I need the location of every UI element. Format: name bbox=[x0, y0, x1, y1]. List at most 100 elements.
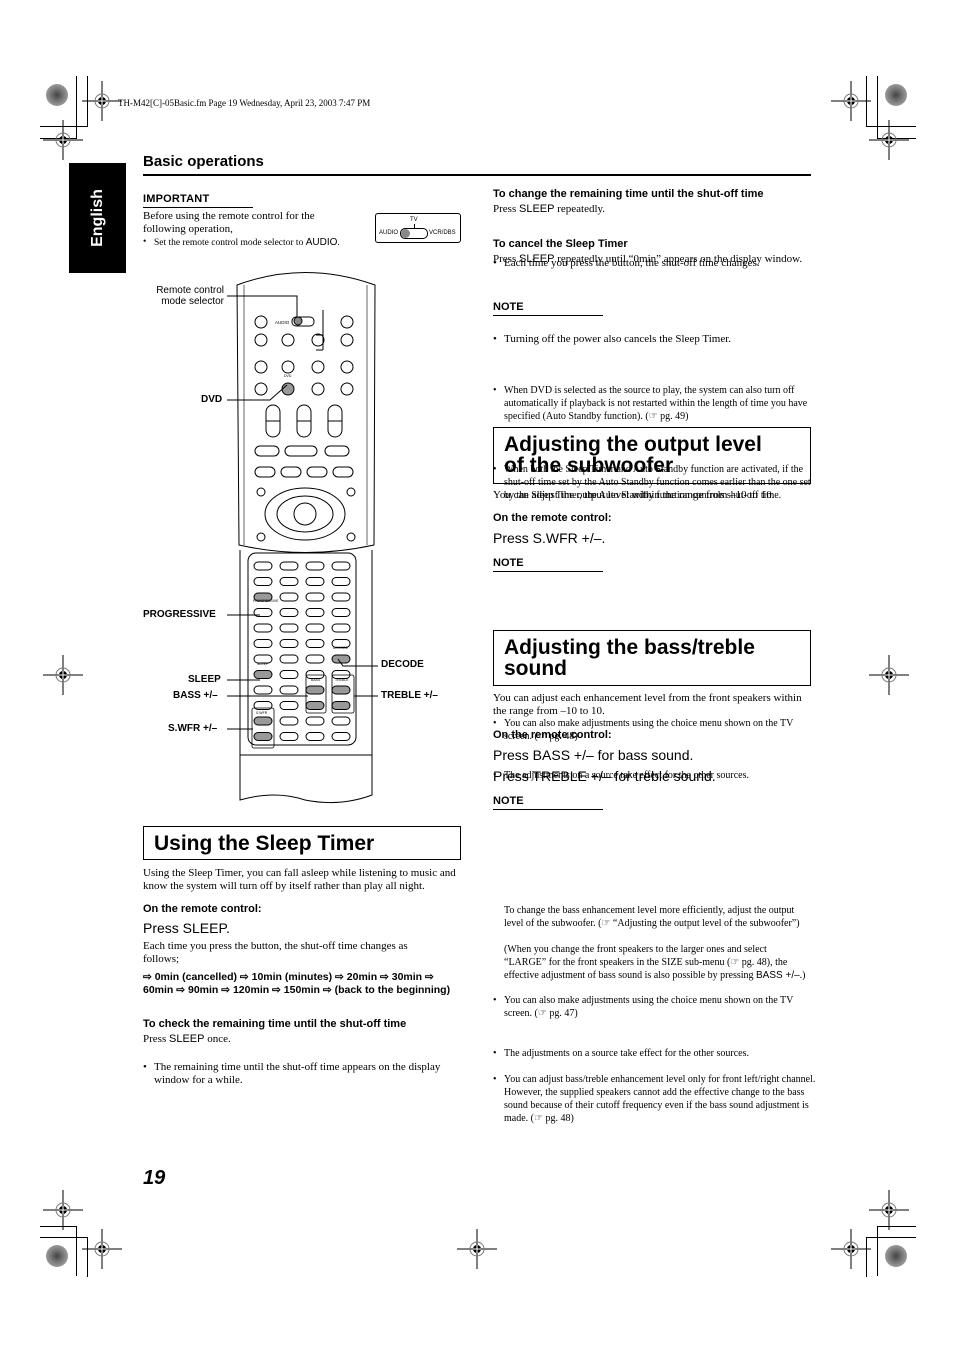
bass-treble-note-1: You can also make adjustments using the … bbox=[493, 994, 820, 1020]
remote-oval-button bbox=[253, 670, 273, 679]
bass-treble-on-remote: On the remote control: bbox=[493, 729, 612, 741]
important-bullet: Set the remote control mode selector to … bbox=[143, 236, 394, 250]
remote-oval-button bbox=[331, 608, 351, 617]
remote-round-button bbox=[311, 360, 325, 374]
remote-oval-button bbox=[253, 561, 273, 571]
remote-round-button bbox=[281, 360, 295, 374]
remote-oval-button bbox=[279, 608, 299, 617]
note-rule bbox=[493, 315, 603, 316]
registration-target bbox=[868, 1189, 910, 1231]
remote-oval-button bbox=[279, 592, 299, 602]
registration-target bbox=[81, 80, 123, 122]
remote-oval-button bbox=[305, 608, 325, 617]
note-title: NOTE bbox=[493, 301, 524, 313]
callout-dvd: DVD bbox=[201, 394, 223, 405]
remote-round-button bbox=[311, 333, 325, 347]
note-title: NOTE bbox=[493, 557, 524, 569]
remote-oval-button bbox=[331, 701, 351, 710]
bass-treble-note-2: The adjustments on a source take effect … bbox=[493, 1047, 820, 1060]
remote-round-button bbox=[340, 382, 354, 396]
remote-oval-button bbox=[253, 732, 273, 741]
remote-oval-button bbox=[305, 592, 325, 602]
callout-mode-selector-line2: mode selector bbox=[161, 296, 224, 307]
sleep-note-1: When DVD is selected as the source to pl… bbox=[493, 384, 820, 423]
remote-oval-button bbox=[305, 685, 325, 695]
language-tab: English bbox=[69, 163, 126, 273]
mode-vcr-label: VCR/DBS bbox=[429, 230, 456, 236]
bass-treble-note-3-cont2: (When you change the front speakers to t… bbox=[504, 944, 806, 981]
mode-slider bbox=[400, 228, 428, 239]
mode-knob bbox=[401, 229, 410, 238]
remote-oval-button bbox=[331, 716, 351, 726]
callout-bass: BASS +/– bbox=[173, 690, 218, 701]
remote-oval-button bbox=[305, 732, 325, 741]
remote-round-button bbox=[254, 360, 268, 374]
mode-audio-label: AUDIO bbox=[379, 230, 399, 236]
sleep-sequence: ⇨ 0min (cancelled) ⇨ 10min (minutes) ⇨ 2… bbox=[143, 971, 451, 996]
bass-treble-heading-line1: Adjusting the bass/treble bbox=[504, 636, 755, 659]
remote-sleep-label: SLEEP bbox=[257, 662, 269, 666]
important-rule bbox=[143, 207, 253, 208]
remote-oval-button bbox=[253, 685, 273, 695]
remote-round-button bbox=[254, 382, 268, 396]
registration-target bbox=[830, 1228, 872, 1270]
sleep-timer-heading: Using the Sleep Timer bbox=[143, 826, 461, 860]
note-title: NOTE bbox=[493, 795, 524, 807]
remote-round-button bbox=[340, 360, 354, 374]
cancel-press: Press SLEEP repeatedly until “0min” appe… bbox=[493, 253, 803, 265]
remote-round-button bbox=[311, 382, 325, 396]
subwoofer-press: Press S.WFR +/–. bbox=[493, 530, 606, 546]
page-number: 19 bbox=[143, 1167, 166, 1189]
remote-oval-button bbox=[305, 716, 325, 726]
section-rule bbox=[143, 174, 811, 176]
remote-oval-button bbox=[279, 561, 299, 571]
callout-progressive: PROGRESSIVE bbox=[143, 609, 216, 620]
remote-oval-button bbox=[253, 716, 273, 726]
registration-target bbox=[42, 654, 84, 696]
remote-oval-button bbox=[279, 685, 299, 695]
registration-target bbox=[868, 119, 910, 161]
remote-oval-button bbox=[331, 623, 351, 633]
press-bass: Press BASS +/– for bass sound. bbox=[493, 747, 694, 763]
remote-oval-button bbox=[279, 701, 299, 710]
remote-dvd-label: DVD bbox=[284, 374, 292, 378]
mode-switch-diagram: TV AUDIO VCR/DBS bbox=[375, 213, 461, 243]
remote-audio-label: AUDIO bbox=[275, 320, 290, 325]
remote-oval-button bbox=[331, 561, 351, 571]
remote-oval-button bbox=[305, 623, 325, 633]
bass-key: BASS +/– bbox=[756, 970, 800, 981]
note-rule bbox=[493, 571, 603, 572]
remote-oval-button bbox=[253, 639, 273, 648]
registration-target bbox=[456, 1228, 498, 1270]
remote-oval-button bbox=[331, 685, 351, 695]
remote-round-button bbox=[340, 315, 354, 329]
bass-treble-heading: Adjusting the bass/treble sound bbox=[493, 630, 811, 686]
remote-oval-button bbox=[331, 577, 351, 586]
registration-target bbox=[81, 1228, 123, 1270]
sleep-key: SLEEP bbox=[518, 203, 555, 215]
sleep-on-remote: On the remote control: bbox=[143, 903, 262, 915]
important-text: Before using the remote control for the … bbox=[143, 210, 315, 235]
bass-treble-note-3-cont1: To change the bass enhancement level mor… bbox=[504, 905, 800, 929]
remote-bass-label: BASS bbox=[311, 678, 321, 682]
remote-oval-button bbox=[305, 639, 325, 648]
remote-oval-button bbox=[305, 654, 325, 664]
remote-oval-button bbox=[305, 561, 325, 571]
remote-round-button bbox=[254, 315, 268, 329]
registration-target bbox=[42, 1189, 84, 1231]
sleep-each-time: Each time you press the button, the shut… bbox=[143, 940, 408, 965]
file-info: TH-M42[C]-05Basic.fm Page 19 Wednesday, … bbox=[118, 98, 371, 108]
remote-oval-button bbox=[279, 670, 299, 679]
cancel-bullet: Turning off the power also cancels the S… bbox=[493, 333, 819, 346]
remote-treble-label: TREBLE bbox=[335, 678, 349, 682]
bass-treble-intro: You can adjust each enhancement level fr… bbox=[493, 692, 802, 717]
remote-oval-button bbox=[279, 654, 299, 664]
registration-target bbox=[42, 119, 84, 161]
remote-round-button bbox=[340, 333, 354, 347]
callout-treble: TREBLE +/– bbox=[381, 690, 438, 701]
registration-target bbox=[868, 654, 910, 696]
remote-oval-button bbox=[331, 592, 351, 602]
remote-swfr-label: S.WFR bbox=[256, 711, 268, 715]
sleep-press: Press SLEEP. bbox=[143, 920, 230, 936]
mode-tv-label: TV bbox=[410, 217, 418, 223]
